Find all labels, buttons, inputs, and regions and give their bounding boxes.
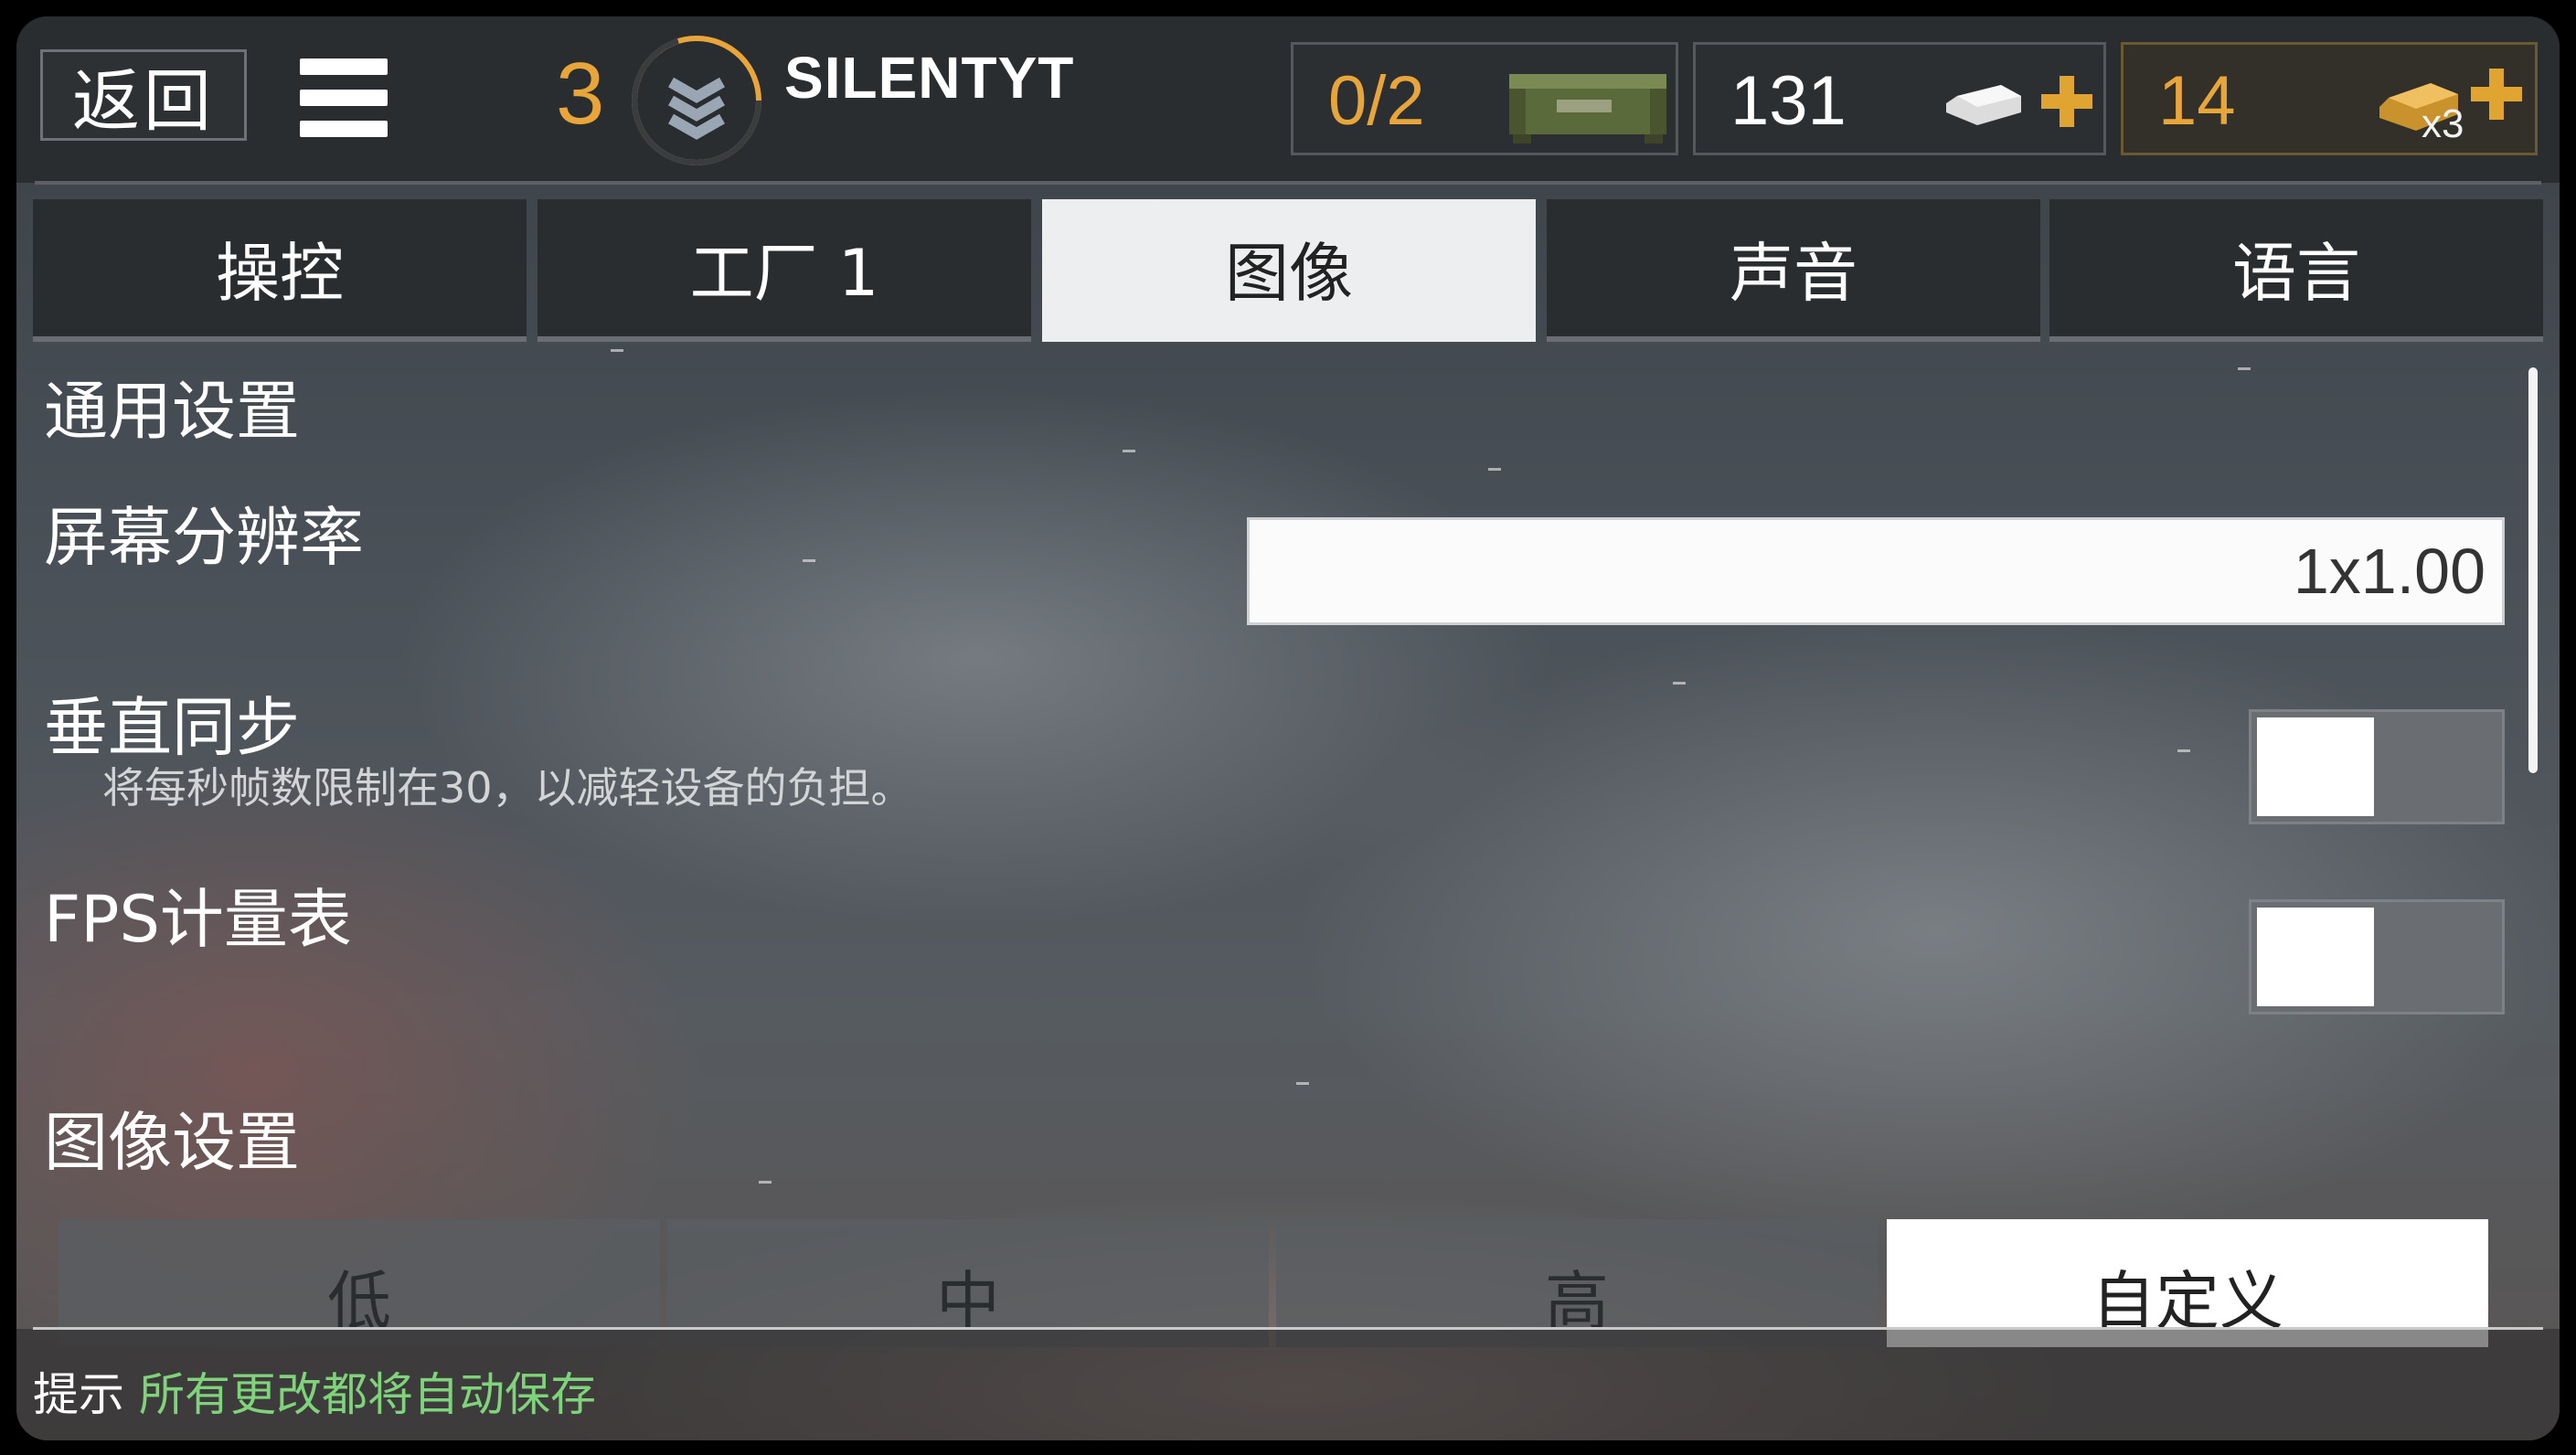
top-bar: 返回 3 SILENTYT 0/2 131 14 x3 — [16, 16, 2560, 183]
player-rank: 3 — [556, 45, 605, 143]
ammo-crate-icon — [1509, 74, 1666, 143]
add-silver-icon[interactable] — [2041, 76, 2092, 127]
silver-ingot-icon — [1946, 85, 2021, 125]
background-speck — [1488, 468, 1501, 471]
tab-graphics[interactable]: 图像 — [1042, 199, 1536, 342]
graphics-settings-title: 图像设置 — [44, 1105, 300, 1180]
background-speck — [2238, 367, 2251, 370]
game-screen: 返回 3 SILENTYT 0/2 131 14 x3 操控 工厂 1 图像 声… — [16, 16, 2560, 1440]
tab-sound[interactable]: 声音 — [1547, 199, 2040, 342]
hamburger-menu-icon[interactable] — [300, 58, 388, 137]
background-speck — [803, 559, 815, 562]
silver-counter[interactable]: 131 — [1693, 42, 2106, 155]
resolution-value-field[interactable]: 1x1.00 — [1247, 517, 2505, 625]
toggle-knob — [2257, 908, 2374, 1006]
background-speck — [2177, 749, 2190, 752]
hint-label: 提示 — [33, 1368, 124, 1421]
tab-language[interactable]: 语言 — [2049, 199, 2543, 342]
tab-controls[interactable]: 操控 — [33, 199, 527, 342]
gold-count: 14 — [2158, 62, 2236, 140]
gold-counter[interactable]: 14 x3 — [2121, 42, 2538, 155]
fps-meter-label: FPS计量表 — [44, 882, 352, 957]
general-settings-title: 通用设置 — [44, 374, 300, 449]
scrollbar[interactable] — [2528, 367, 2538, 773]
hint-divider — [33, 1327, 2543, 1330]
hint-text: 所有更改都将自动保存 — [139, 1368, 596, 1421]
vsync-description: 将每秒帧数限制在30，以减轻设备的负担。 — [102, 763, 913, 812]
background-speck — [1123, 450, 1135, 452]
crates-count: 0/2 — [1328, 62, 1425, 140]
background-speck — [1296, 1082, 1309, 1085]
rank-badge-icon — [632, 36, 761, 165]
gold-multiplier: x3 — [2422, 101, 2464, 146]
resolution-label: 屏幕分辨率 — [44, 500, 364, 575]
background-speck — [759, 1181, 772, 1184]
player-name: SILENTYT — [784, 45, 1075, 111]
crates-counter[interactable]: 0/2 — [1291, 42, 1678, 155]
silver-count: 131 — [1730, 62, 1847, 140]
vsync-toggle[interactable] — [2249, 709, 2505, 824]
background-speck — [611, 349, 623, 352]
topbar-divider — [35, 181, 2541, 185]
fps-meter-toggle[interactable] — [2249, 899, 2505, 1014]
back-button[interactable]: 返回 — [40, 49, 247, 141]
tab-factory[interactable]: 工厂 1 — [538, 199, 1031, 342]
toggle-knob — [2257, 717, 2374, 816]
background-speck — [1673, 682, 1686, 685]
add-gold-icon[interactable] — [2471, 69, 2522, 120]
